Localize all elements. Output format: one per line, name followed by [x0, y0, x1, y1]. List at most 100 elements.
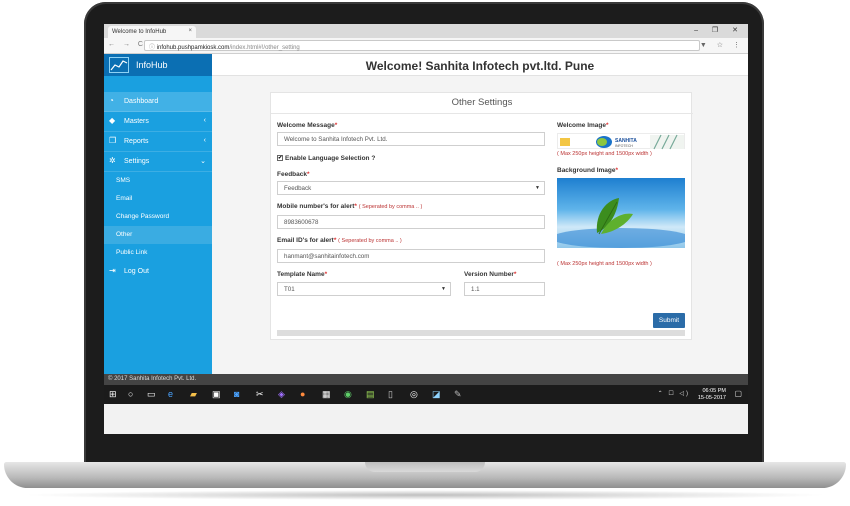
- sidebar-item-reports[interactable]: ❐ Reports ‹: [104, 132, 212, 152]
- clock-time: 06:05 PM: [702, 388, 726, 394]
- chrome-icon[interactable]: ◉: [344, 389, 352, 400]
- sidebar-item-label: Settings: [124, 158, 150, 165]
- sidebar-item-settings[interactable]: ✲ Settings ⌄: [104, 152, 212, 172]
- welcome-image-label: Welcome Image*: [557, 122, 609, 129]
- sidebar-item-label: Dashboard: [124, 98, 159, 105]
- submenu-item-public-link[interactable]: Public Link: [104, 244, 212, 262]
- browser-tab-title: Welcome to InfoHub: [112, 29, 167, 35]
- url-host: infohub.pushpamkiosk.com: [156, 45, 230, 51]
- submenu-item-email[interactable]: Email: [104, 190, 212, 208]
- store-icon[interactable]: ▣: [212, 389, 221, 400]
- card-scrollbar[interactable]: [277, 330, 685, 336]
- copy-icon: ❐: [109, 136, 117, 145]
- version-number-input[interactable]: 1.1: [464, 282, 545, 296]
- version-number-label: Version Number*: [464, 271, 517, 278]
- logo-subtext: INFOTECH: [615, 144, 633, 148]
- welcome-message-label: Welcome Message*: [277, 122, 338, 129]
- url-input[interactable]: ⓘ infohub.pushpamkiosk.com/index.html#!/…: [144, 40, 700, 51]
- chevron-left-icon: ‹: [203, 137, 206, 144]
- welcome-image-preview[interactable]: SANHITA INFOTECH: [557, 133, 685, 150]
- notepad-icon[interactable]: ▤: [366, 389, 375, 400]
- browser-addressbar: ← → C ⓘ infohub.pushpamkiosk.com/index.h…: [104, 38, 748, 54]
- welcome-logo-image: SANHITA INFOTECH: [560, 134, 684, 150]
- browser-tabbar: Welcome to InfoHub × – ❐ ✕: [104, 24, 748, 38]
- other-settings-card: Other Settings Welcome Message* Welcome …: [270, 92, 693, 340]
- brand-name: InfoHub: [136, 60, 168, 70]
- app-window-icon[interactable]: ◪: [432, 389, 441, 400]
- submenu-item-other[interactable]: Other: [104, 226, 212, 244]
- template-name-label: Template Name*: [277, 271, 328, 278]
- outlook-icon[interactable]: ◙: [234, 389, 239, 399]
- chevron-left-icon: ‹: [203, 117, 206, 124]
- laptop-notch: [365, 462, 485, 472]
- app-brush-icon[interactable]: ✎: [454, 389, 462, 400]
- email-alert-label: Email ID's for alert* ( Seperated by com…: [277, 237, 402, 244]
- submenu-item-sms[interactable]: SMS: [104, 172, 212, 190]
- visual-studio-icon[interactable]: ◈: [278, 389, 285, 400]
- app: InfoHub ◔ Dashboard ◆ Masters ‹ ❐ Report…: [104, 54, 748, 404]
- window-controls[interactable]: – ❐ ✕: [694, 26, 744, 34]
- enable-language-checkbox[interactable]: ✔ Enable Language Selection ?: [277, 155, 375, 162]
- firefox-icon[interactable]: ●: [300, 389, 305, 399]
- sidebar-item-logout[interactable]: ⇥ Log Out: [104, 262, 212, 282]
- sidebar-item-masters[interactable]: ◆ Masters ‹: [104, 112, 212, 132]
- clock-date: 15-05-2017: [697, 395, 726, 401]
- card-divider: [271, 113, 693, 114]
- submenu-item-change-password[interactable]: Change Password: [104, 208, 212, 226]
- sidebar-item-label: Reports: [124, 138, 149, 145]
- leaf-image: [557, 198, 685, 248]
- navigation-icons[interactable]: ← → C: [108, 41, 146, 48]
- close-tab-icon[interactable]: ×: [188, 28, 192, 34]
- sidebar: InfoHub ◔ Dashboard ◆ Masters ‹ ❐ Report…: [104, 54, 212, 404]
- sidebar-item-dashboard[interactable]: ◔ Dashboard: [104, 92, 212, 112]
- main-content: Other Settings Welcome Message* Welcome …: [212, 76, 748, 404]
- page-header: Welcome! Sanhita Infotech pvt.ltd. Pune: [212, 54, 748, 76]
- laptop-shadow: [20, 490, 830, 500]
- page-footer: © 2017 Sanhita Infotech Pvt. Ltd.: [104, 374, 748, 385]
- sidebar-item-label: Log Out: [124, 268, 149, 275]
- logout-icon: ⇥: [109, 266, 116, 275]
- sidebar-item-label: Masters: [124, 118, 149, 125]
- welcome-message-input[interactable]: Welcome to Sanhita Infotech Pvt. Ltd.: [277, 132, 545, 146]
- background-image-preview[interactable]: [557, 178, 685, 248]
- background-image-note: ( Max 250px height and 1500px width ): [557, 261, 652, 267]
- windows-start-icon[interactable]: ⊞: [109, 389, 117, 400]
- feedback-select[interactable]: Feedback ▼: [277, 181, 545, 195]
- notification-icon[interactable]: ▢: [734, 389, 742, 398]
- brand[interactable]: InfoHub: [104, 54, 212, 76]
- welcome-image-note: ( Max 250px height and 1500px width ): [557, 151, 652, 157]
- brand-logo-icon: [109, 57, 129, 73]
- gear-icon: ✲: [109, 156, 116, 165]
- info-icon: ⓘ: [149, 45, 157, 51]
- mobile-alert-label: Mobile number's for alert* ( Seperated b…: [277, 203, 423, 210]
- taskbar-clock[interactable]: 06:05 PM 15-05-2017: [698, 388, 726, 402]
- edge-icon[interactable]: e: [168, 389, 173, 399]
- app-circle-icon[interactable]: ◎: [410, 389, 418, 400]
- submit-button[interactable]: Submit: [653, 313, 685, 328]
- calculator-icon[interactable]: ▦: [322, 389, 331, 400]
- template-name-select[interactable]: T01 ▼: [277, 282, 451, 296]
- browser-tab[interactable]: Welcome to InfoHub ×: [108, 26, 196, 38]
- dashboard-icon: ◔: [109, 96, 114, 105]
- feedback-label: Feedback*: [277, 171, 310, 178]
- background-image-label: Background Image*: [557, 167, 619, 174]
- dropdown-arrow-icon: ▼: [441, 286, 446, 292]
- task-view-icon[interactable]: ▭: [147, 389, 156, 400]
- card-title: Other Settings: [451, 97, 513, 108]
- system-tray-icons[interactable]: ⌃ ☐ ◁): [658, 390, 690, 397]
- tools-icon[interactable]: ✂: [256, 389, 264, 400]
- dropdown-arrow-icon: ▼: [535, 185, 540, 191]
- sidebar-menu: ◔ Dashboard ◆ Masters ‹ ❐ Reports ‹ ✲ Se…: [104, 92, 212, 282]
- diamond-icon: ◆: [109, 116, 116, 125]
- search-icon[interactable]: ○: [128, 389, 133, 399]
- files-icon[interactable]: ▯: [388, 389, 393, 400]
- page-title: Welcome! Sanhita Infotech pvt.ltd. Pune: [365, 59, 595, 73]
- browser-right-icons[interactable]: ▼ ☆ ⋮: [700, 41, 744, 49]
- url-path: /index.html#!/other_setting: [229, 45, 300, 51]
- folder-icon[interactable]: ▰: [190, 389, 197, 400]
- taskbar: ⊞ ○ ▭ e ▰ ▣ ◙ ✂ ◈ ● ▦ ◉ ▤ ▯ ◎ ◪ ✎ ⌃ ☐ ◁)…: [104, 385, 748, 404]
- chevron-down-icon: ⌄: [200, 158, 206, 165]
- email-alert-input[interactable]: hanmant@sanhitainfotech.com: [277, 249, 545, 263]
- mobile-alert-input[interactable]: 8983600678: [277, 215, 545, 229]
- checkbox-checked-icon: ✔: [277, 155, 283, 162]
